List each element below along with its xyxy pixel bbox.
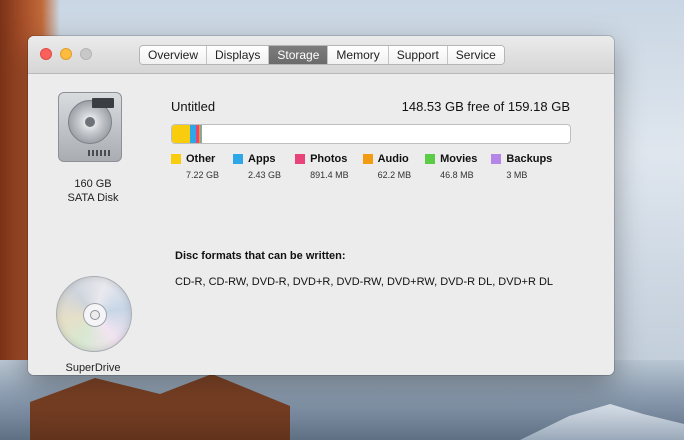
volume-free-space: 148.53 GB free of 159.18 GB — [401, 99, 570, 114]
hard-disk-label — [92, 98, 114, 108]
tab-memory[interactable]: Memory — [328, 46, 389, 64]
legend-item-backups: Backups 3 MB — [491, 153, 552, 180]
disk-capacity: 160 GB — [74, 178, 112, 190]
about-this-mac-window: Overview Displays Storage Memory Support… — [28, 36, 614, 375]
storage-panel: 160 GB SATA Disk Untitled 148.53 GB free… — [28, 74, 614, 375]
volume-name: Untitled — [171, 99, 216, 114]
legend-swatch — [491, 154, 502, 164]
legend-item-header: Audio — [362, 153, 412, 165]
window-titlebar[interactable]: Overview Displays Storage Memory Support… — [28, 36, 614, 74]
legend-size: 7.22 GB — [186, 170, 220, 180]
legend-size: 3 MB — [506, 170, 528, 180]
disc-formats-list: CD-R, CD-RW, DVD-R, DVD+R, DVD-RW, DVD+R… — [175, 276, 554, 288]
close-button[interactable] — [40, 48, 52, 60]
disk-caption: 160 GB SATA Disk — [38, 177, 148, 205]
tab-support[interactable]: Support — [388, 46, 448, 64]
hard-disk-icon — [58, 92, 122, 166]
zoom-button[interactable] — [80, 48, 92, 60]
legend-swatch — [171, 154, 181, 164]
legend-swatch — [425, 154, 436, 164]
optical-disc-icon — [56, 276, 132, 352]
legend-item-audio: Audio 62.2 MB — [362, 153, 412, 180]
tab-displays[interactable]: Displays — [207, 46, 270, 64]
legend-size: 62.2 MB — [377, 170, 412, 180]
legend-item-header: Other — [171, 153, 219, 165]
storage-usage-bar — [171, 124, 571, 144]
legend-item-header: Movies — [425, 153, 477, 165]
legend-swatch — [233, 154, 244, 164]
legend-item-header: Photos — [295, 153, 349, 165]
tab-overview[interactable]: Overview — [140, 46, 208, 64]
legend-size: 2.43 GB — [248, 170, 282, 180]
hard-disk-hub — [85, 117, 95, 127]
tab-storage[interactable]: Storage — [269, 46, 329, 64]
tab-service[interactable]: Service — [447, 46, 504, 64]
legend-item-header: Backups — [491, 153, 552, 165]
optical-drive-name: SuperDrive — [65, 362, 121, 374]
disc-formats-title: Disc formats that can be written: — [175, 250, 346, 262]
legend-label: Backups — [506, 153, 553, 165]
legend-item-photos: Photos 891.4 MB — [295, 153, 349, 180]
legend-item-movies: Movies 46.8 MB — [425, 153, 477, 180]
legend-swatch — [362, 154, 373, 164]
legend-label: Apps — [248, 153, 276, 165]
legend-swatch — [295, 154, 306, 164]
legend-label: Other — [186, 153, 216, 165]
legend-size: 891.4 MB — [310, 170, 349, 180]
legend-label: Movies — [440, 153, 478, 165]
storage-legend: Other 7.22 GB Apps 2.43 GB Photos 891.4 MB Aud… — [171, 153, 566, 180]
disk-type: SATA Disk — [67, 192, 119, 204]
legend-item-apps: Apps 2.43 GB — [233, 153, 281, 180]
legend-size: 46.8 MB — [440, 170, 474, 180]
usage-segment-backups — [201, 125, 202, 143]
legend-item-other: Other 7.22 GB — [171, 153, 219, 180]
legend-label: Audio — [377, 153, 409, 165]
usage-segment-other — [172, 125, 190, 143]
legend-label: Photos — [310, 153, 348, 165]
disc-center-hole — [90, 310, 100, 320]
minimize-button[interactable] — [60, 48, 72, 60]
legend-item-header: Apps — [233, 153, 281, 165]
hard-disk-vent — [88, 150, 112, 156]
tab-bar: Overview Displays Storage Memory Support… — [139, 45, 505, 65]
